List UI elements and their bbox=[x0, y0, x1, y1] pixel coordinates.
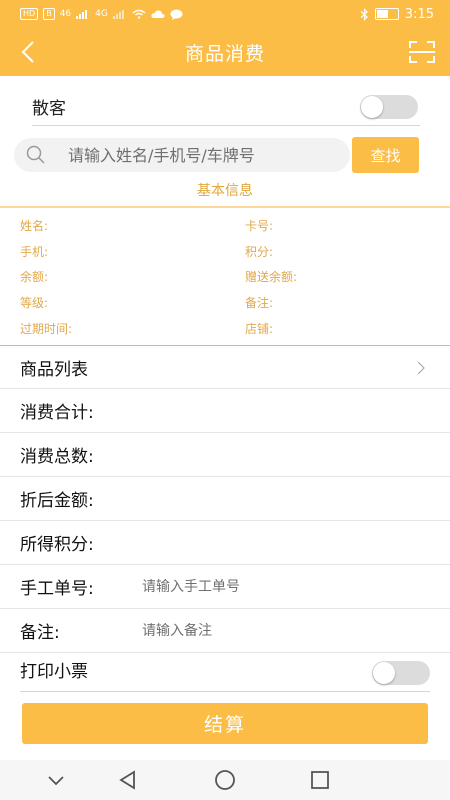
info-points-label: 积分: bbox=[245, 245, 274, 259]
product-list-label: 商品列表 bbox=[20, 359, 88, 380]
manual-no-label: 手工单号: bbox=[20, 579, 94, 599]
total-amount-label: 消费合计: bbox=[20, 403, 94, 423]
status-right: 3:15 bbox=[360, 7, 434, 22]
points-earned-row: 所得积分: bbox=[0, 521, 450, 565]
wifi-icon bbox=[132, 9, 146, 19]
info-phone-label: 手机: bbox=[20, 245, 49, 259]
signal-icon-2 bbox=[112, 10, 124, 19]
points-earned-label: 所得积分: bbox=[20, 535, 94, 555]
hd-badge: HD bbox=[20, 8, 39, 20]
total-amount-row: 消费合计: bbox=[0, 389, 450, 433]
remark-row: 备注: bbox=[0, 609, 450, 653]
print-toggle-knob bbox=[373, 662, 395, 684]
info-balance-label: 余额: bbox=[20, 270, 49, 284]
nav-hide-button[interactable] bbox=[44, 768, 68, 792]
info-level-label: 等级: bbox=[20, 296, 49, 310]
cloud-icon bbox=[151, 10, 165, 18]
search-icon bbox=[26, 145, 45, 164]
chevron-right-icon bbox=[417, 361, 425, 375]
b-badge: B bbox=[43, 8, 55, 20]
manual-no-row: 手工单号: bbox=[0, 565, 450, 609]
info-gift-balance-label: 赠送余额: bbox=[245, 270, 298, 284]
guest-toggle[interactable] bbox=[360, 95, 418, 119]
system-nav-bar bbox=[0, 760, 450, 800]
info-remark-label: 备注: bbox=[245, 296, 274, 310]
total-count-label: 消费总数: bbox=[20, 447, 94, 467]
battery-fill bbox=[376, 10, 388, 18]
search-button[interactable]: 查找 bbox=[352, 137, 419, 173]
main-content: 散客 查找 基本信息 姓名: 卡号: 手机: 积分: 余额: 赠送余额: 等级:… bbox=[0, 76, 450, 760]
status-time: 3:15 bbox=[404, 6, 434, 22]
message-icon bbox=[170, 9, 183, 20]
scan-icon bbox=[409, 41, 435, 63]
product-list-row[interactable]: 商品列表 bbox=[0, 345, 450, 389]
header-bar: HD B 46 4G 3:15 商品消费 bbox=[0, 0, 450, 76]
status-bar: HD B 46 4G 3:15 bbox=[0, 0, 450, 28]
info-store-label: 店铺: bbox=[245, 322, 274, 336]
discount-amount-label: 折后金额: bbox=[20, 491, 94, 511]
remark-label: 备注: bbox=[20, 623, 60, 643]
battery-icon bbox=[374, 8, 399, 20]
info-name-label: 姓名: bbox=[20, 219, 49, 233]
info-card-label: 卡号: bbox=[245, 219, 274, 233]
total-count-row: 消费总数: bbox=[0, 433, 450, 477]
print-receipt-toggle[interactable] bbox=[372, 661, 430, 685]
discount-amount-row: 折后金额: bbox=[0, 477, 450, 521]
info-expire-label: 过期时间: bbox=[20, 322, 73, 336]
nav-back-button[interactable] bbox=[116, 768, 140, 792]
remark-input[interactable] bbox=[142, 622, 422, 639]
bluetooth-icon bbox=[360, 7, 368, 21]
signal-icon bbox=[76, 10, 88, 19]
back-button[interactable] bbox=[10, 34, 46, 70]
page-title: 商品消费 bbox=[184, 42, 265, 65]
signal-label-1: 46 bbox=[59, 9, 72, 19]
guest-toggle-knob bbox=[361, 96, 383, 118]
manual-no-input[interactable] bbox=[142, 578, 422, 595]
scan-button[interactable] bbox=[404, 34, 440, 70]
basic-info-title: 基本信息 bbox=[197, 183, 253, 199]
print-receipt-row: 打印小票 bbox=[20, 648, 430, 692]
status-left: HD B 46 4G bbox=[20, 8, 183, 20]
chevron-left-icon bbox=[21, 41, 34, 63]
search-input[interactable] bbox=[68, 145, 338, 165]
print-receipt-label: 打印小票 bbox=[20, 662, 88, 682]
section-divider bbox=[0, 206, 450, 208]
nav-recents-button[interactable] bbox=[308, 768, 332, 792]
guest-label: 散客 bbox=[32, 99, 66, 119]
search-bar bbox=[14, 138, 350, 172]
checkout-button[interactable]: 结算 bbox=[22, 703, 428, 744]
nav-bar: 商品消费 bbox=[0, 28, 450, 76]
nav-home-button[interactable] bbox=[213, 768, 237, 792]
signal-label-2: 4G bbox=[95, 9, 108, 19]
